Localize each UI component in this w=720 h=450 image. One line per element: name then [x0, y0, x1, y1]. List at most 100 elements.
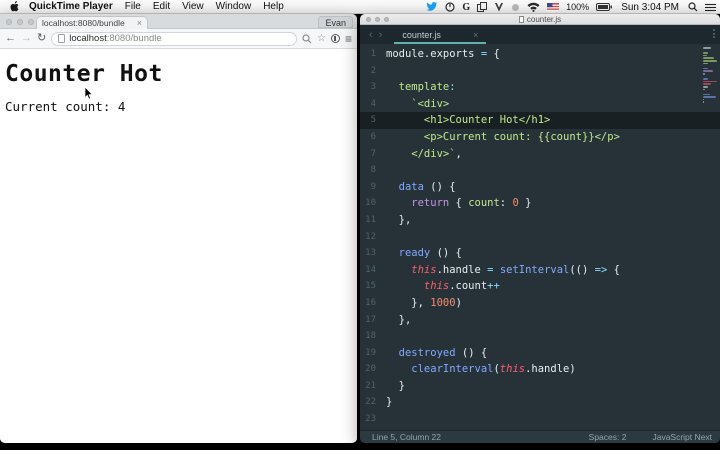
code-line: 1 module.exports = {	[360, 46, 720, 63]
line-number: 22	[365, 397, 376, 408]
spotlight-icon[interactable]	[688, 1, 698, 13]
url-text[interactable]: localhost:8080/bundle	[69, 33, 161, 44]
browser-tab[interactable]: localhost:8080/bundle ×	[36, 16, 148, 29]
line-number: 19	[365, 347, 376, 358]
line-number: 5	[370, 115, 376, 126]
page-count-text: Current count: 4	[5, 99, 126, 114]
line-number: 13	[365, 248, 376, 259]
forward-icon[interactable]: →	[21, 33, 32, 44]
web-page: Counter Hot Current count: 4	[0, 49, 357, 442]
url-host: localhost	[69, 33, 107, 44]
menu-help[interactable]: Help	[263, 1, 284, 12]
indent-setting[interactable]: Spaces: 2	[589, 432, 627, 442]
editor-status-bar: Line 5, Column 22 Spaces: 2 JavaScript N…	[360, 430, 720, 443]
battery-icon[interactable]	[596, 1, 613, 13]
page-icon	[58, 34, 66, 43]
apple-menu-icon[interactable]	[10, 1, 19, 12]
code-line: 12	[360, 229, 720, 246]
status-icons: G	[426, 1, 560, 13]
line-number: 20	[365, 364, 376, 375]
mask-app-icon[interactable]	[494, 1, 504, 13]
code-line: 14 this.handle = setInterval(() => {	[360, 262, 720, 279]
chrome-menu-icon[interactable]: ≡	[345, 33, 352, 45]
minimize-window-icon[interactable]	[17, 19, 23, 25]
code-line: 6 <p>Current count: {{count}}</p>	[360, 129, 720, 146]
browser-tab-strip: localhost:8080/bundle × Evan	[0, 14, 357, 29]
editor-tab-label: counter.js	[402, 29, 441, 40]
line-number: 17	[365, 314, 376, 325]
minimap[interactable]	[703, 47, 718, 107]
menu-window[interactable]: Window	[216, 1, 252, 12]
editor-tab[interactable]: counter.js ×	[394, 25, 487, 44]
line-number: 9	[370, 181, 376, 192]
code-line: 21 }	[360, 378, 720, 395]
zoom-window-icon[interactable]	[384, 17, 389, 22]
sync-icon[interactable]	[511, 1, 520, 13]
extension-icon[interactable]	[330, 34, 340, 43]
tab-overflow-icon[interactable]	[713, 29, 715, 38]
browser-window: localhost:8080/bundle × Evan ← → ↻ local…	[0, 14, 357, 443]
menu-edit[interactable]: Edit	[153, 1, 170, 12]
refresh-icon[interactable]: ↻	[37, 33, 46, 44]
code-editor[interactable]: 1 module.exports = {2 3 template: 4 `<div> 5…	[360, 44, 720, 430]
line-number: 11	[365, 214, 376, 225]
chevron-left-icon[interactable]: ‹	[369, 29, 373, 41]
editor-window-title: counter.js	[518, 15, 561, 24]
code-line: 8	[360, 162, 720, 179]
code-line: 4 `<div>	[360, 96, 720, 113]
zoom-icon[interactable]	[302, 33, 312, 45]
line-number: 18	[365, 331, 376, 342]
code-line: 18	[360, 328, 720, 345]
code-line: 7 </div>`,	[360, 146, 720, 163]
line-number: 15	[365, 281, 376, 292]
close-window-icon[interactable]	[6, 19, 12, 25]
url-path: :8080/bundle	[106, 33, 162, 44]
code-line: 10 return { count: 0 }	[360, 195, 720, 212]
tab-close-icon[interactable]: ×	[473, 30, 478, 40]
window-controls[interactable]	[6, 19, 34, 25]
notification-center-icon[interactable]	[705, 1, 716, 13]
windows-app-icon[interactable]	[477, 1, 488, 13]
code-line: 13 ready () {	[360, 245, 720, 262]
menu-file[interactable]: File	[125, 1, 141, 12]
line-number: 16	[365, 297, 376, 308]
bookmark-star-icon[interactable]: ☆	[317, 33, 326, 44]
line-number: 10	[365, 198, 376, 209]
zoom-window-icon[interactable]	[28, 19, 34, 25]
chevron-right-icon[interactable]: ›	[379, 29, 383, 41]
code-lines: 1 module.exports = {2 3 template: 4 `<div> 5…	[360, 44, 720, 428]
document-icon	[518, 15, 524, 23]
url-bar[interactable]: localhost:8080/bundle	[51, 31, 298, 46]
page-heading: Counter Hot	[5, 61, 163, 87]
code-line: 5 <h1>Counter Hot</h1>	[360, 112, 720, 129]
tab-close-icon[interactable]: ×	[137, 18, 142, 28]
minimize-window-icon[interactable]	[375, 17, 380, 22]
code-line: 3 template:	[360, 79, 720, 96]
battery-percent: 100%	[566, 2, 590, 12]
back-icon[interactable]: ←	[5, 33, 16, 44]
code-line: 2	[360, 63, 720, 80]
wifi-icon[interactable]	[527, 1, 540, 13]
cursor-position[interactable]: Line 5, Column 22	[372, 432, 441, 442]
line-number: 2	[370, 65, 376, 76]
twitter-icon[interactable]	[426, 1, 438, 13]
editor-tab-bar: ‹ › counter.js ×	[360, 25, 720, 44]
menu-bar-clock[interactable]: Sun 3:04 PM	[621, 2, 679, 13]
editor-window-controls[interactable]	[366, 17, 389, 22]
line-number: 3	[370, 82, 376, 93]
active-app-name[interactable]: QuickTime Player	[29, 1, 113, 12]
code-line: 19 destroyed () {	[360, 345, 720, 362]
profile-button[interactable]: Evan	[318, 16, 353, 28]
close-window-icon[interactable]	[366, 17, 371, 22]
line-number: 14	[365, 264, 376, 275]
editor-title-bar: counter.js	[360, 14, 720, 25]
line-number: 6	[370, 131, 376, 142]
code-line: 23	[360, 411, 720, 428]
input-flag-icon[interactable]	[547, 1, 560, 13]
menu-view[interactable]: View	[182, 1, 204, 12]
menu-bar: QuickTime Player File Edit View Window Help …	[0, 0, 720, 14]
g-app-icon[interactable]: G	[462, 1, 470, 13]
recording-icon[interactable]	[445, 1, 455, 13]
syntax-mode[interactable]: JavaScript Next	[652, 432, 712, 442]
line-number: 8	[370, 165, 376, 176]
